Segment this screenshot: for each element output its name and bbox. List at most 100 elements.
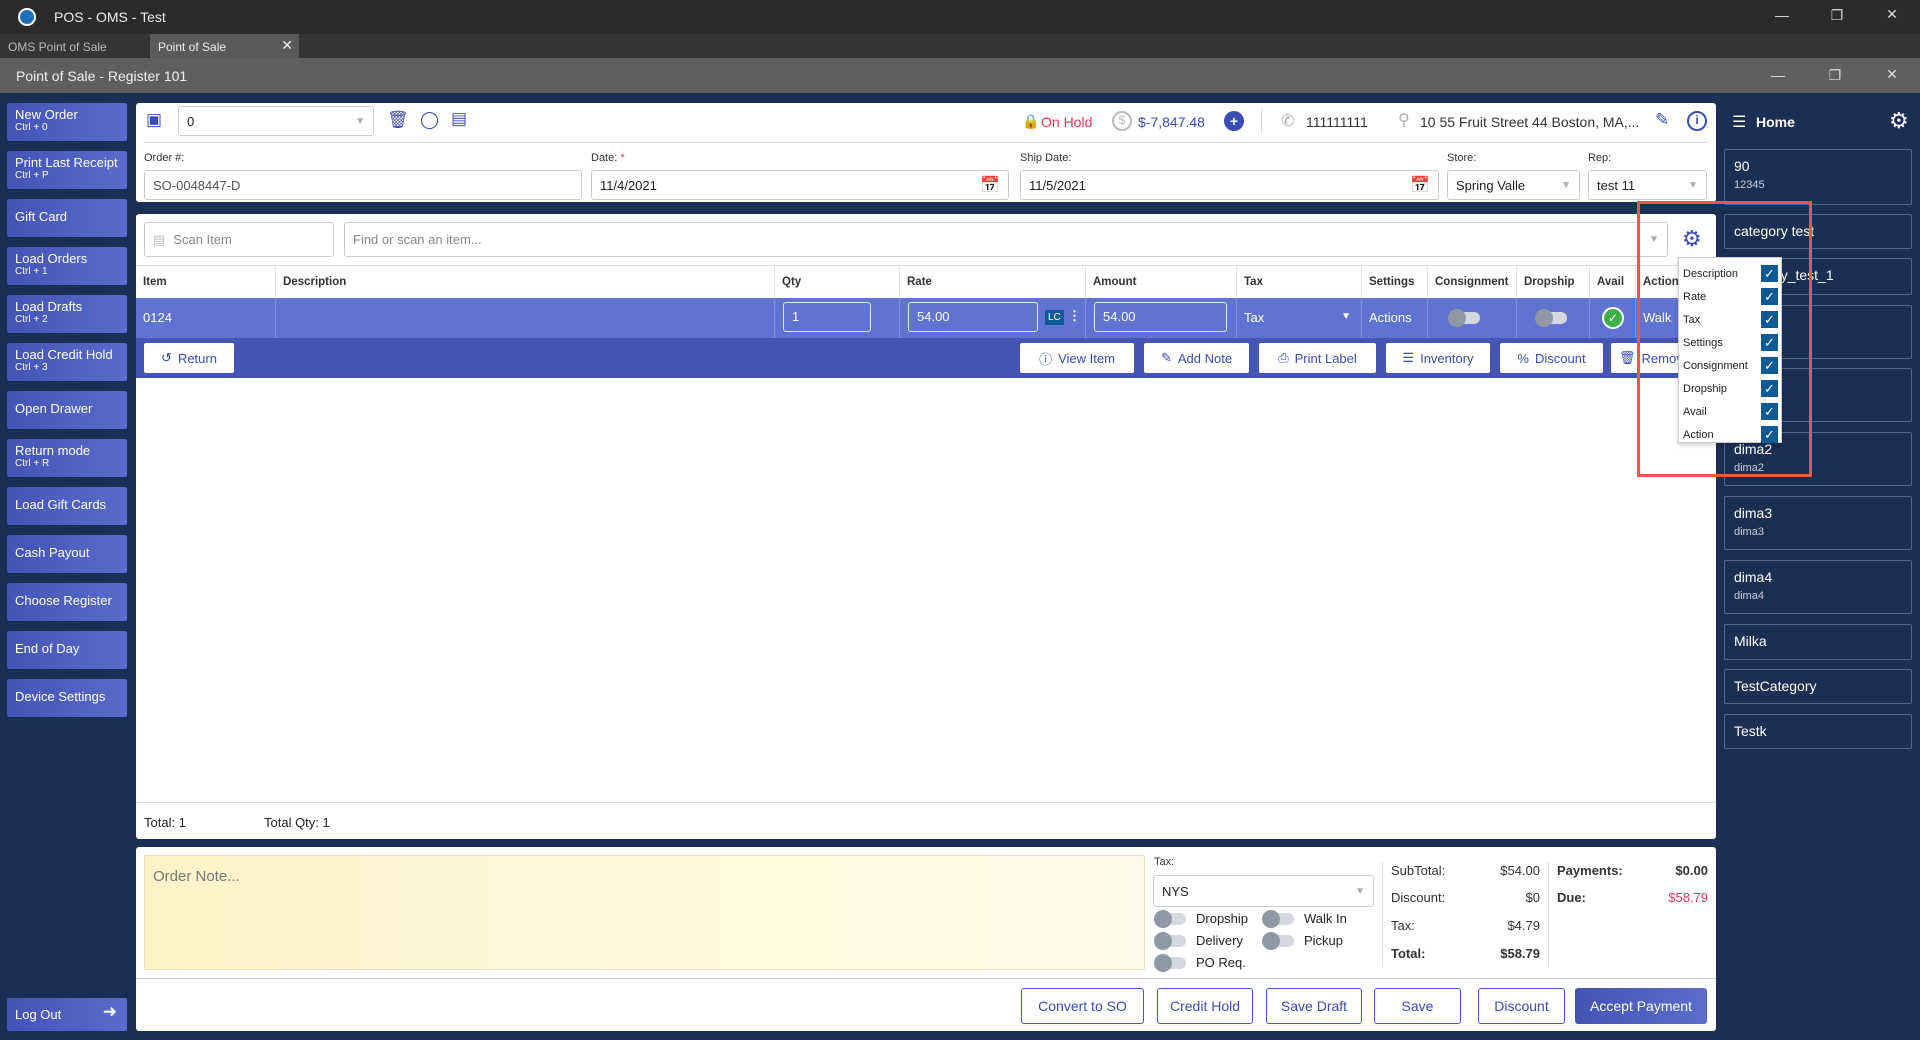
inner-restore-button[interactable]: ❐ — [1820, 67, 1850, 84]
restore-button[interactable]: ❐ — [1822, 7, 1852, 24]
phone-icon: ✆ — [1281, 113, 1295, 130]
print-label-button[interactable]: ⎙ Print Label — [1259, 343, 1376, 373]
toggle-switch[interactable] — [1262, 931, 1294, 950]
toggle-switch[interactable] — [1154, 931, 1186, 950]
store-select[interactable]: Spring Valle ▼ — [1447, 170, 1580, 200]
po-required-toggle[interactable]: PO Req. — [1154, 953, 1246, 972]
tag-icon[interactable]: ◯ — [420, 110, 439, 130]
dropship-toggle[interactable] — [1535, 309, 1567, 327]
customer-select[interactable]: 0 ▼ — [178, 106, 374, 136]
column-header-consignment[interactable]: Consignment — [1428, 266, 1517, 298]
save-draft-button[interactable]: Save Draft — [1266, 988, 1362, 1024]
add-note-label: Add Note — [1177, 350, 1233, 366]
sidebar-item-choose-register[interactable]: Choose Register — [7, 583, 127, 621]
delivery-toggle[interactable]: Delivery — [1154, 931, 1243, 950]
tab-point-of-sale[interactable]: Point of Sale ✕ — [150, 34, 299, 58]
category-tile[interactable]: Milka — [1724, 624, 1912, 660]
order-number-field[interactable]: SO-0048447-D — [144, 170, 582, 200]
sidebar-item-device-settings[interactable]: Device Settings — [7, 679, 127, 717]
tax-cell[interactable]: Tax ▼ — [1237, 298, 1362, 338]
column-header-rate[interactable]: Rate — [900, 266, 1086, 298]
sidebar-item-load-orders[interactable]: Load Orders Ctrl + 1 — [7, 247, 127, 285]
calendar-icon[interactable]: 📅 — [1410, 175, 1430, 195]
calendar-icon[interactable]: 📅 — [980, 175, 1000, 195]
more-vertical-icon[interactable]: ⋮ — [1068, 308, 1081, 324]
discount-row-button[interactable]: % Discount — [1500, 343, 1603, 373]
accept-payment-button[interactable]: Accept Payment — [1575, 988, 1707, 1024]
customer-balance: $-7,847.48 — [1138, 114, 1205, 130]
gear-icon[interactable]: ⚙ — [1889, 108, 1909, 134]
customer-icon[interactable]: ▣ — [146, 110, 162, 130]
column-header-item[interactable]: Item — [136, 266, 276, 298]
edit-pencil-icon[interactable]: ✎ — [1655, 110, 1669, 130]
menu-icon[interactable]: ☰ — [1732, 112, 1746, 132]
category-tile[interactable]: Testk — [1724, 714, 1912, 749]
available-check-icon: ✓ — [1602, 307, 1624, 329]
scan-item-input[interactable]: ▤ Scan Item — [144, 222, 334, 257]
minimize-button[interactable]: — — [1767, 7, 1797, 23]
sidebar-item-end-of-day[interactable]: End of Day — [7, 631, 127, 669]
sidebar-item-open-drawer[interactable]: Open Drawer — [7, 391, 127, 429]
amount-input[interactable]: 54.00 — [1094, 302, 1227, 332]
pickup-toggle[interactable]: Pickup — [1262, 931, 1343, 950]
credit-hold-button[interactable]: Credit Hold — [1157, 988, 1253, 1024]
inventory-button[interactable]: ☰ Inventory — [1386, 343, 1490, 373]
rate-input[interactable]: 54.00 — [908, 302, 1038, 332]
order-note-textarea[interactable]: Order Note... — [144, 855, 1145, 970]
column-header-description[interactable]: Description — [276, 266, 775, 298]
date-field[interactable]: 11/4/2021 📅 — [591, 170, 1009, 200]
sidebar-item-cash-payout[interactable]: Cash Payout — [7, 535, 127, 573]
category-tile[interactable]: TestCategory — [1724, 669, 1912, 704]
column-header-tax[interactable]: Tax — [1237, 266, 1362, 298]
tax-select[interactable]: NYS ▼ — [1153, 875, 1374, 907]
toggle-switch[interactable] — [1154, 909, 1186, 928]
sidebar-item-print-last-receipt[interactable]: Print Last Receipt Ctrl + P — [7, 151, 127, 189]
sidebar-item-return-mode[interactable]: Return mode Ctrl + R — [7, 439, 127, 477]
ship-date-field[interactable]: 11/5/2021 📅 — [1020, 170, 1439, 200]
find-item-input[interactable]: Find or scan an item... ▼ — [344, 222, 1668, 257]
toggle-switch[interactable] — [1262, 909, 1294, 928]
column-header-qty[interactable]: Qty — [775, 266, 900, 298]
lc-badge[interactable]: LC — [1045, 310, 1064, 325]
sidebar-item-load-credit-hold[interactable]: Load Credit Hold Ctrl + 3 — [7, 343, 127, 381]
sidebar-item-load-drafts[interactable]: Load Drafts Ctrl + 2 — [7, 295, 127, 333]
category-tile[interactable]: dima3 dima3 — [1724, 496, 1912, 550]
add-note-button[interactable]: ✎ Add Note — [1144, 343, 1249, 373]
save-button[interactable]: Save — [1374, 988, 1461, 1024]
total-count: Total: 1 — [144, 815, 186, 830]
logout-button[interactable]: Log Out ➜ — [7, 998, 127, 1031]
order-number-value: SO-0048447-D — [153, 177, 241, 193]
add-customer-icon[interactable]: + — [1224, 111, 1244, 131]
qty-input[interactable]: 1 — [783, 302, 871, 332]
sidebar-item-load-gift-cards[interactable]: Load Gift Cards — [7, 487, 127, 525]
column-header-amount[interactable]: Amount — [1086, 266, 1237, 298]
sidebar-item-label: Print Last Receipt — [15, 155, 118, 170]
convert-to-so-button[interactable]: Convert to SO — [1021, 988, 1144, 1024]
dropship-toggle[interactable]: Dropship — [1154, 909, 1248, 928]
sidebar-item-label: New Order — [15, 107, 78, 122]
inner-close-button[interactable]: ✕ — [1877, 66, 1907, 83]
tab-oms-point-of-sale[interactable]: OMS Point of Sale — [8, 40, 107, 54]
walkin-toggle[interactable]: Walk In — [1262, 909, 1347, 928]
column-header-dropship[interactable]: Dropship — [1517, 266, 1590, 298]
view-item-button[interactable]: ⓘ View Item — [1020, 343, 1134, 373]
close-tab-icon[interactable]: ✕ — [281, 37, 293, 54]
info-icon[interactable]: i — [1687, 111, 1707, 131]
return-button[interactable]: ↺ Return — [144, 343, 234, 373]
receipt-icon[interactable]: ▤ — [451, 109, 467, 129]
column-header-avail[interactable]: Avail — [1590, 266, 1636, 298]
sidebar-item-gift-card[interactable]: Gift Card — [7, 199, 127, 237]
consignment-toggle[interactable] — [1448, 309, 1480, 327]
category-tile[interactable]: dima4 dima4 — [1724, 560, 1912, 614]
discount-button[interactable]: Discount — [1478, 988, 1565, 1024]
close-window-button[interactable]: ✕ — [1877, 6, 1907, 23]
sidebar-item-new-order[interactable]: New Order Ctrl + 0 — [7, 103, 127, 141]
toggle-switch[interactable] — [1154, 953, 1186, 972]
category-tile[interactable]: 90 12345 — [1724, 149, 1912, 205]
rep-select[interactable]: test 11 ▼ — [1588, 170, 1707, 200]
column-header-settings[interactable]: Settings — [1362, 266, 1428, 298]
trash-icon[interactable]: 🗑 — [387, 110, 409, 130]
inner-minimize-button[interactable]: — — [1763, 67, 1793, 83]
settings-actions[interactable]: Actions — [1369, 310, 1412, 325]
info-icon: ⓘ — [1039, 351, 1053, 367]
